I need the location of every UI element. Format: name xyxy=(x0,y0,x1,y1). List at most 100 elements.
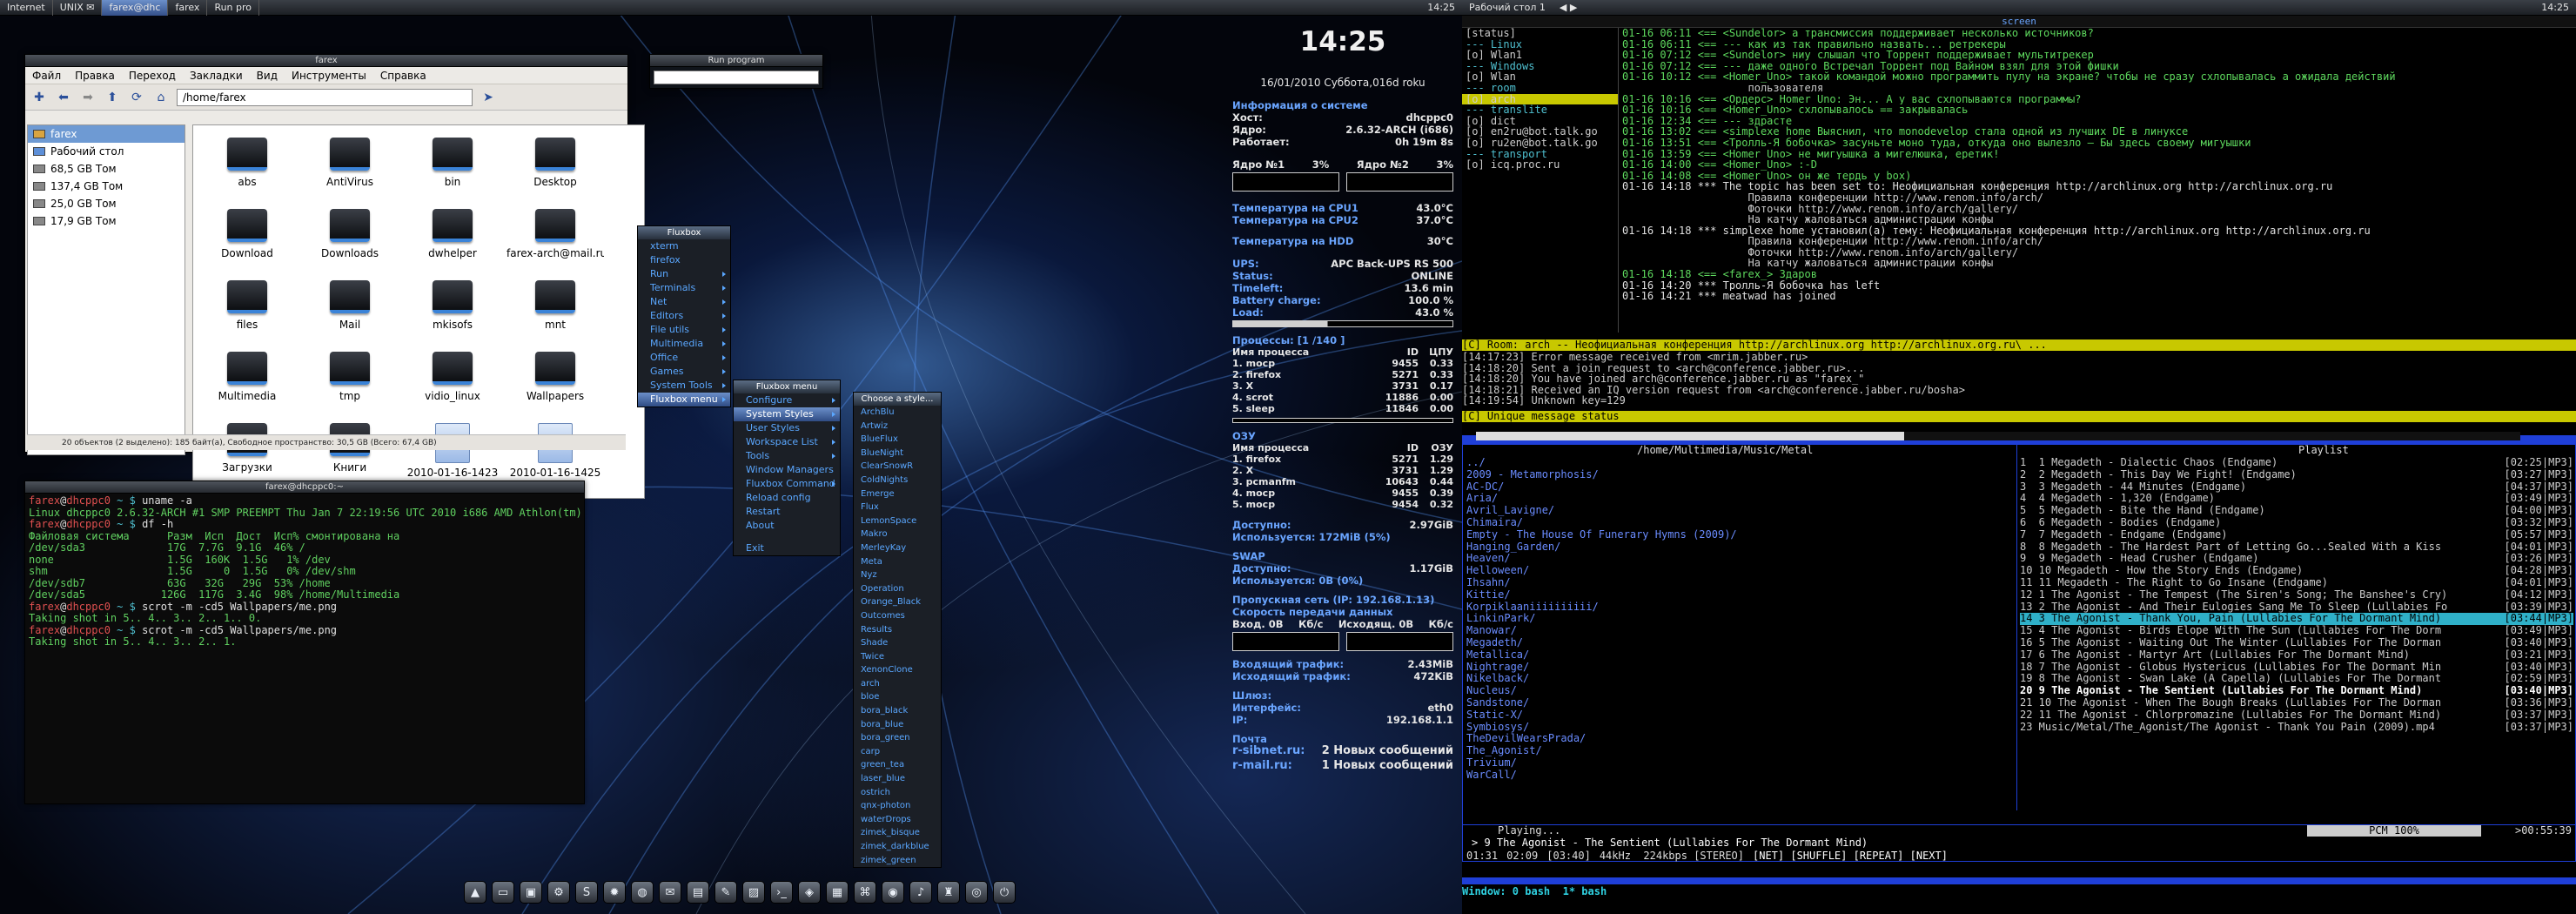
window-title[interactable]: Run program xyxy=(650,55,822,67)
playlist-item[interactable]: 1 1 Megadeth - Dialectic Chaos (Endgame)… xyxy=(2020,457,2573,469)
style-item[interactable]: MerleyKay xyxy=(854,541,941,555)
dir-item[interactable]: Trivium/ xyxy=(1466,757,2015,770)
file-item[interactable]: abs xyxy=(198,138,296,188)
menu-item[interactable]: System Styles xyxy=(734,407,840,421)
taskbar-item[interactable]: farex xyxy=(168,0,208,16)
menu-go[interactable]: Переход xyxy=(122,70,183,82)
playlist-item[interactable]: 11 11 Megadeth - The Right to Go Insane … xyxy=(2020,577,2573,589)
dir-item[interactable]: Metallica/ xyxy=(1466,649,2015,662)
roster-item[interactable]: [o] dict xyxy=(1462,116,1618,127)
taskbar-item[interactable]: UNIX ✉ xyxy=(53,0,103,16)
file-item[interactable]: AntiVirus xyxy=(301,138,399,188)
dir-item[interactable]: ../ xyxy=(1466,457,2015,469)
file-item[interactable]: tmp xyxy=(301,352,399,402)
menu-item[interactable]: Games xyxy=(638,365,730,379)
pencil-icon[interactable]: ✎ xyxy=(714,881,737,904)
menu-item[interactable]: xterm xyxy=(638,239,730,253)
playlist-item[interactable]: 4 4 Megadeth - 1,320 (Endgame) [03:49|MP3… xyxy=(2020,493,2573,505)
file-item[interactable]: vidio_linux xyxy=(404,352,501,402)
disc-icon[interactable]: ◎ xyxy=(965,881,988,904)
star-icon[interactable]: ✹ xyxy=(603,881,626,904)
terminal-output[interactable]: farex@dhcppc0 ~ $ uname -a Linux dhcppc0 … xyxy=(25,494,584,803)
playlist-item[interactable]: 5 5 Megadeth - Bite the Hand (Endgame) [0… xyxy=(2020,505,2573,517)
sidebar-item-desktop[interactable]: Рабочий стол xyxy=(28,143,184,160)
playlist-item[interactable]: 22 11 The Agonist - Chlorpromazine (Lull… xyxy=(2020,709,2573,722)
menu-item[interactable]: Configure xyxy=(734,393,840,407)
style-item[interactable]: Outcomes xyxy=(854,609,941,623)
window-title[interactable]: farex xyxy=(25,55,627,67)
roster-item[interactable]: --- transport xyxy=(1462,149,1618,160)
file-item[interactable]: files xyxy=(198,280,296,331)
dir-item[interactable]: Heaven/ xyxy=(1466,553,2015,565)
go-icon[interactable]: ➤ xyxy=(480,89,497,106)
style-item[interactable]: Nyz xyxy=(854,568,941,582)
roster-item[interactable]: [o] arch xyxy=(1462,93,1618,105)
roster-item[interactable]: --- Windows xyxy=(1462,61,1618,72)
dir-item[interactable]: TheDevilWearsPrada/ xyxy=(1466,733,2015,745)
dir-item[interactable]: Sandstone/ xyxy=(1466,697,2015,709)
style-item[interactable]: ArchBlu xyxy=(854,406,941,420)
forward-icon[interactable]: ➡ xyxy=(79,89,97,106)
bottle-icon[interactable]: ♜ xyxy=(937,881,960,904)
playlist-item[interactable]: 14 3 The Agonist - Thank You, Pain (Lull… xyxy=(2020,613,2573,626)
style-item[interactable]: ColdNights xyxy=(854,474,941,487)
new-tab-icon[interactable]: ✚ xyxy=(30,89,48,106)
power-icon[interactable]: ⏻ xyxy=(993,881,1016,904)
dir-item[interactable]: Nightrage/ xyxy=(1466,662,2015,674)
network-icon[interactable]: ⌘ xyxy=(854,881,876,904)
file-item[interactable]: bin xyxy=(404,138,501,188)
dir-item[interactable]: WarCall/ xyxy=(1466,770,2015,782)
roster-item[interactable]: [status] xyxy=(1462,28,1618,39)
style-item[interactable]: BlueNight xyxy=(854,447,941,460)
playlist-item[interactable]: 19 8 The Agonist - Swan Lake (A Capella)… xyxy=(2020,673,2573,685)
file-item[interactable]: Desktop xyxy=(506,138,604,188)
dir-item[interactable]: Manowar/ xyxy=(1466,625,2015,637)
playlist-item[interactable]: 3 3 Megadeth - 44 Minutes (Endgame) [04:3… xyxy=(2020,481,2573,494)
menu-item[interactable]: Fluxbox menu xyxy=(638,393,730,407)
address-bar[interactable]: /home/farex xyxy=(177,88,473,106)
run-command-input[interactable] xyxy=(654,71,819,84)
dir-item[interactable]: Ihsahn/ xyxy=(1466,577,2015,589)
style-item[interactable]: Shade xyxy=(854,636,941,650)
menu-item[interactable]: Net xyxy=(638,295,730,309)
style-item[interactable]: arch xyxy=(854,677,941,691)
window-icon[interactable]: ▣ xyxy=(520,881,542,904)
file-item[interactable]: 2010-01-16-1425 xyxy=(506,423,604,479)
menu-item[interactable]: Office xyxy=(638,351,730,365)
style-item[interactable]: waterDrops xyxy=(854,813,941,827)
style-item[interactable]: bora_blue xyxy=(854,718,941,732)
document-icon[interactable]: ▤ xyxy=(687,881,709,904)
style-item[interactable]: bora_green xyxy=(854,731,941,745)
sidebar-item-volume[interactable]: 17,9 GB Том xyxy=(28,212,184,230)
playlist-item[interactable]: 8 8 Megadeth - The Hardest Part of Letti… xyxy=(2020,541,2573,554)
dir-item[interactable]: Helloween/ xyxy=(1466,565,2015,577)
file-item[interactable]: mkisofs xyxy=(404,280,501,331)
style-item[interactable]: zimek_green xyxy=(854,854,941,868)
dir-item[interactable]: Nucleus/ xyxy=(1466,685,2015,697)
file-item[interactable]: farex-arch@mail.ru xyxy=(506,209,604,259)
menu-help[interactable]: Справка xyxy=(373,70,433,82)
style-item[interactable]: zimek_bisque xyxy=(854,826,941,840)
style-item[interactable]: qnx-photon xyxy=(854,799,941,813)
style-item[interactable]: laser_blue xyxy=(854,772,941,786)
image-icon[interactable]: ▨ xyxy=(742,881,765,904)
monitor-icon[interactable]: ▭ xyxy=(492,881,514,904)
terminal-icon[interactable]: ›_ xyxy=(770,881,793,904)
menu-item[interactable]: Restart xyxy=(734,505,840,519)
skype-icon[interactable]: S xyxy=(575,881,598,904)
file-item[interactable]: Downloads xyxy=(301,209,399,259)
dir-item[interactable]: Aria/ xyxy=(1466,493,2015,505)
playlist-item[interactable]: 21 10 The Agonist - When The Bough Break… xyxy=(2020,697,2573,709)
style-item[interactable]: Orange_Black xyxy=(854,595,941,609)
playlist-item[interactable]: 13 2 The Agonist - And Their Eulogies Sa… xyxy=(2020,601,2573,614)
roster-item[interactable]: --- room xyxy=(1462,83,1618,94)
workspace-nav[interactable]: ◀ ▶ xyxy=(1553,0,1584,16)
up-icon[interactable]: ⬆ xyxy=(104,89,121,106)
style-item[interactable]: zimek_darkblue xyxy=(854,840,941,854)
playlist-item[interactable]: 15 4 The Agonist - Birds Elope With The … xyxy=(2020,625,2573,637)
file-item[interactable]: Multimedia xyxy=(198,352,296,402)
menu-item[interactable]: File utils xyxy=(638,323,730,337)
file-item[interactable]: mnt xyxy=(506,280,604,331)
file-item[interactable]: dwhelper xyxy=(404,209,501,259)
style-item[interactable]: Results xyxy=(854,623,941,637)
